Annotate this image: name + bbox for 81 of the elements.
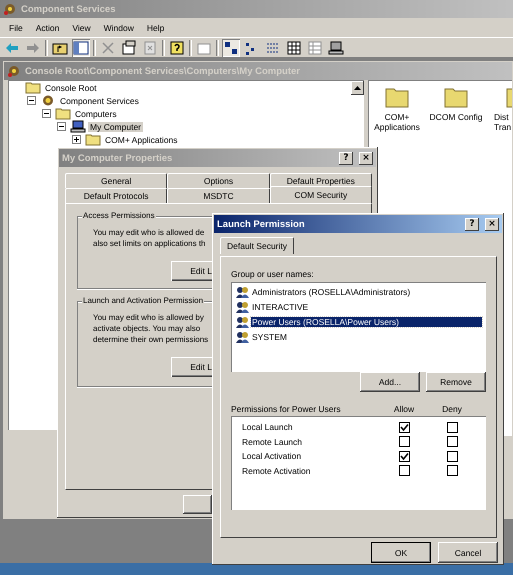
group-description: You may edit who is allowed de also set limits on applications th bbox=[93, 227, 206, 249]
list-button[interactable]: Remove bbox=[426, 372, 486, 392]
deny-checkbox[interactable] bbox=[446, 422, 458, 433]
item-label[interactable]: DCOM Config bbox=[430, 112, 482, 122]
title-button[interactable]: × bbox=[359, 152, 373, 164]
menu-item[interactable]: Action bbox=[36, 22, 60, 32]
tab[interactable]: Options bbox=[167, 173, 270, 188]
item-label[interactable]: Dist Tran bbox=[494, 112, 512, 132]
permissions-label: Permissions for Power Users bbox=[231, 404, 342, 414]
gear-icon bbox=[3, 2, 17, 16]
permission-name: Local Launch bbox=[242, 422, 294, 432]
user-item[interactable]: Power Users (ROSELLA\Power Users) bbox=[251, 317, 482, 328]
expander-icon[interactable] bbox=[27, 96, 38, 105]
folder-icon[interactable] bbox=[506, 86, 512, 108]
expander-icon[interactable] bbox=[42, 109, 53, 118]
gear-icon bbox=[40, 94, 56, 107]
dialog-button[interactable]: OK bbox=[371, 542, 431, 563]
dialog-button[interactable]: Cancel bbox=[438, 542, 498, 563]
column-header: Deny bbox=[441, 404, 463, 414]
allow-checkbox[interactable] bbox=[398, 450, 410, 462]
group-title: Access Permissions bbox=[82, 211, 156, 220]
properties-icon[interactable] bbox=[120, 38, 138, 56]
tree-item[interactable]: Computers bbox=[73, 108, 119, 118]
folder-icon[interactable] bbox=[444, 86, 468, 108]
users-label: Group or user names: bbox=[231, 268, 315, 279]
up-arrow-icon bbox=[353, 85, 362, 91]
user-item[interactable]: SYSTEM bbox=[251, 332, 482, 342]
pane-icon[interactable] bbox=[72, 38, 90, 56]
title-button[interactable]: × bbox=[485, 218, 499, 230]
large-icons-icon[interactable] bbox=[222, 38, 240, 56]
tab[interactable]: COM Security bbox=[270, 186, 372, 203]
allow-checkbox[interactable] bbox=[398, 436, 410, 448]
tree-item[interactable]: My Computer bbox=[88, 122, 144, 132]
list-button[interactable]: Add... bbox=[360, 372, 420, 392]
deny-checkbox[interactable] bbox=[446, 465, 458, 476]
tab[interactable]: Default Protocols bbox=[65, 188, 168, 203]
gear-icon bbox=[7, 64, 21, 78]
menu-item[interactable]: View bbox=[72, 22, 91, 32]
tree-item[interactable]: Console Root bbox=[43, 82, 99, 92]
scroll-up-button[interactable] bbox=[351, 81, 364, 95]
expander-icon[interactable] bbox=[57, 122, 68, 131]
title-button[interactable]: ? bbox=[465, 218, 479, 230]
tab[interactable]: Default Security bbox=[220, 237, 294, 254]
allow-checkbox[interactable] bbox=[398, 422, 410, 433]
edit-button[interactable]: Edit L bbox=[171, 261, 213, 281]
dialog-title: Launch Permission ? × bbox=[214, 215, 502, 233]
group-title: Launch and Activation Permission bbox=[82, 296, 204, 305]
folder-icon bbox=[55, 107, 71, 120]
folder-icon[interactable] bbox=[385, 86, 409, 108]
computer-icon[interactable] bbox=[327, 38, 345, 56]
window-title: Component Services bbox=[0, 0, 513, 18]
expander-icon[interactable] bbox=[72, 135, 83, 144]
dialog-title: My Computer Properties ? × bbox=[59, 149, 376, 167]
users-icon bbox=[235, 286, 250, 299]
users-icon bbox=[235, 300, 250, 314]
permission-name: Remote Launch bbox=[242, 436, 304, 447]
dialog-button[interactable] bbox=[183, 495, 212, 514]
tab[interactable]: General bbox=[65, 173, 168, 188]
menu-item[interactable]: Window bbox=[104, 22, 134, 32]
details-icon[interactable] bbox=[285, 38, 303, 56]
user-item[interactable]: Administrators (ROSELLA\Administrators) bbox=[251, 287, 482, 298]
help-icon[interactable] bbox=[168, 38, 186, 56]
group-description: You may edit who is allowed by activate objects. You may also determine their own permissions bbox=[93, 312, 210, 345]
menu-item[interactable]: File bbox=[9, 22, 23, 32]
user-item[interactable]: INTERACTIVE bbox=[251, 302, 482, 312]
column-header: Allow bbox=[392, 404, 416, 414]
permission-name: Local Activation bbox=[242, 451, 302, 462]
tree-item[interactable]: COM+ Applications bbox=[103, 134, 180, 144]
item-label[interactable]: COM+ Applications bbox=[374, 112, 420, 132]
deny-checkbox[interactable] bbox=[446, 450, 458, 462]
users-icon bbox=[235, 316, 250, 329]
users-icon bbox=[235, 330, 250, 344]
allow-checkbox[interactable] bbox=[398, 465, 410, 476]
tree-item[interactable]: Component Services bbox=[58, 96, 141, 106]
title-button[interactable]: ? bbox=[339, 152, 353, 164]
tab[interactable]: MSDTC bbox=[167, 188, 270, 203]
permission-name: Remote Activation bbox=[242, 466, 312, 476]
deny-checkbox[interactable] bbox=[446, 436, 458, 448]
edit-button[interactable]: Edit L bbox=[171, 357, 213, 377]
computer-icon bbox=[70, 120, 86, 133]
menu-item[interactable]: Help bbox=[146, 22, 164, 32]
